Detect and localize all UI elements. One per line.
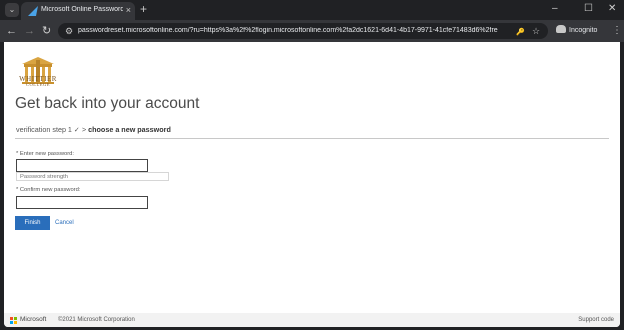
new-password-field[interactable]: [16, 159, 148, 172]
step-verification-done: verification step 1 ✓ >: [16, 125, 87, 134]
cancel-link[interactable]: Cancel: [55, 216, 74, 230]
password-key-icon[interactable]: 🔑: [516, 27, 525, 39]
browser-toolbar: ← → ↻ ⚙ passwordreset.microsoftonline.co…: [0, 20, 624, 42]
incognito-icon: [556, 25, 566, 33]
confirm-password-field[interactable]: [16, 196, 148, 209]
microsoft-brand: Microsoft: [20, 316, 47, 323]
tab-password-reset[interactable]: Microsoft Online Password Res ×: [21, 2, 135, 20]
new-password-label: * Enter new password:: [16, 151, 74, 157]
page-footer: Microsoft ©2021 Microsoft Corporation Su…: [4, 313, 620, 327]
page-title: Get back into your account: [15, 95, 200, 112]
password-strength-meter: Password strength: [16, 172, 169, 181]
site-info-icon[interactable]: ⚙: [65, 25, 73, 37]
reload-icon[interactable]: ↻: [42, 24, 51, 38]
close-window-button[interactable]: ✕: [608, 3, 616, 15]
logo-subtitle: COLLEGE: [26, 82, 50, 87]
page-content: WHITTIER COLLEGE Get back into your acco…: [4, 42, 620, 327]
maximize-button[interactable]: ☐: [584, 3, 593, 15]
back-icon[interactable]: ←: [6, 24, 17, 38]
step-current: choose a new password: [88, 125, 171, 134]
divider: [15, 138, 609, 139]
minimize-button[interactable]: –: [552, 3, 558, 15]
tab-search-icon[interactable]: ⌄: [5, 3, 19, 17]
support-code-link[interactable]: Support code: [578, 316, 614, 324]
password-strength-label: Password strength: [20, 174, 69, 180]
bookmark-star-icon[interactable]: ☆: [532, 25, 540, 37]
incognito-label: Incognito: [569, 27, 598, 34]
browser-window: ⌄ Microsoft Online Password Res × + – ☐ …: [0, 0, 624, 330]
tab-close-icon[interactable]: ×: [126, 5, 131, 15]
forward-icon[interactable]: →: [24, 24, 35, 38]
tab-title: Microsoft Online Password Res: [41, 6, 123, 13]
tab-strip: ⌄ Microsoft Online Password Res × + – ☐ …: [0, 0, 624, 20]
url-text[interactable]: passwordreset.microsoftonline.com/?ru=ht…: [78, 27, 498, 34]
microsoft-favicon-icon: [28, 6, 38, 16]
copyright-text: ©2021 Microsoft Corporation: [58, 317, 135, 323]
microsoft-logo-icon: [10, 317, 17, 324]
new-tab-button[interactable]: +: [140, 3, 147, 15]
menu-icon[interactable]: ⋮: [612, 25, 622, 37]
finish-button[interactable]: Finish: [15, 216, 50, 230]
incognito-badge[interactable]: Incognito: [556, 25, 597, 37]
confirm-password-label: * Confirm new password:: [16, 187, 81, 193]
address-bar[interactable]: ⚙ passwordreset.microsoftonline.com/?ru=…: [58, 23, 548, 39]
progress-steps: verification step 1 ✓ > choose a new pas…: [16, 125, 171, 134]
